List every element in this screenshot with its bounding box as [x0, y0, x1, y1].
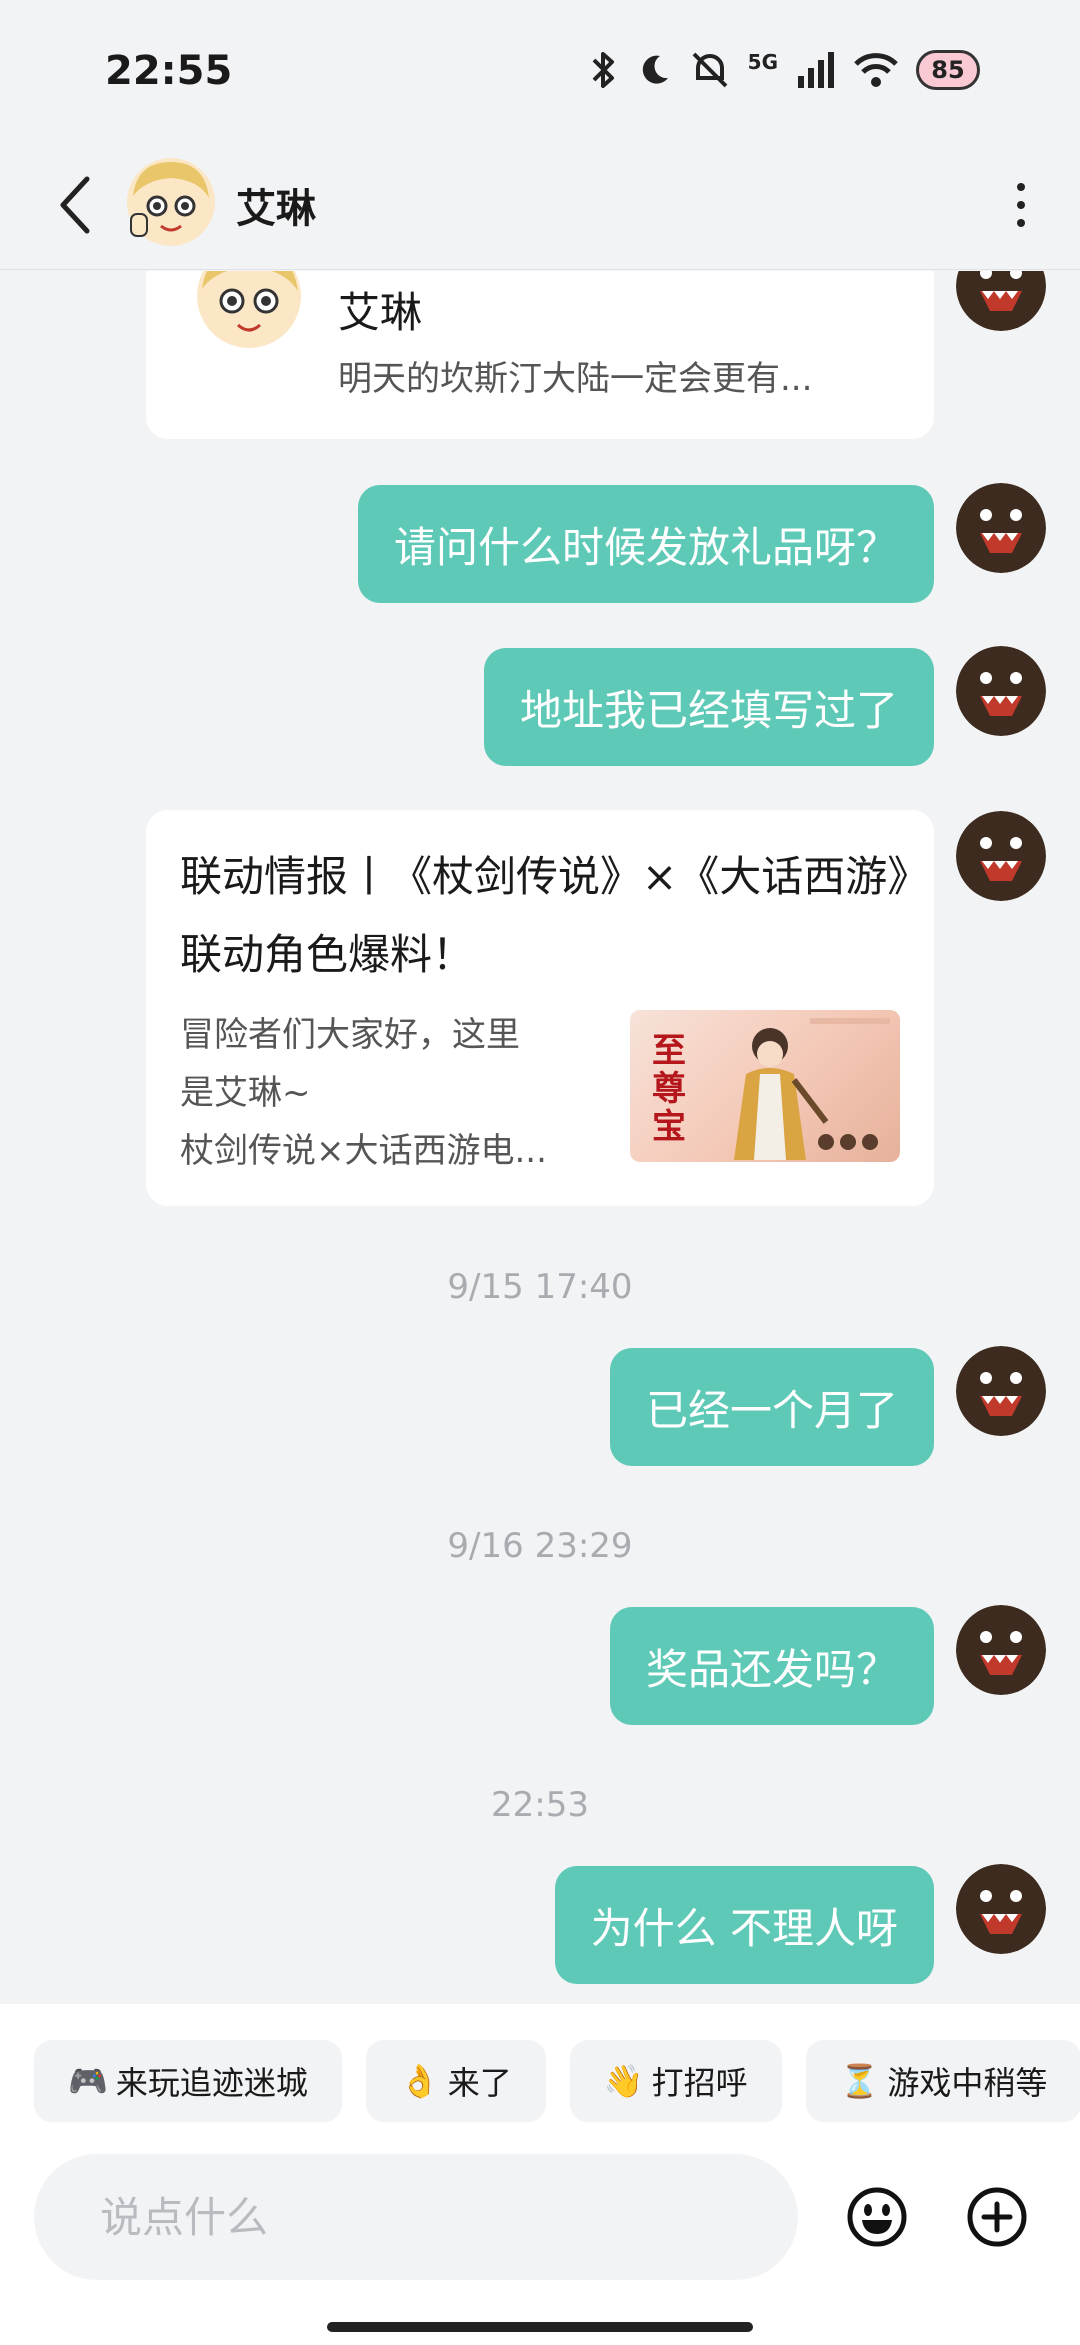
self-avatar[interactable] [956, 646, 1046, 736]
self-avatar[interactable] [956, 811, 1046, 901]
sent-message-bubble[interactable]: 请问什么时候发放礼品呀？ [357, 485, 934, 603]
plus-circle-icon [967, 2187, 1027, 2247]
sent-message-bubble[interactable]: 已经一个月了 [609, 1348, 934, 1466]
smiley-icon [847, 2187, 907, 2247]
domo-avatar-icon [956, 646, 1046, 736]
chat-message-list[interactable]: 艾琳 明天的坎斯汀大陆一定会更有... 请问什么时候发放礼品呀？ 地址我已经填写… [0, 271, 1080, 2004]
thumbnail-character-illustration [734, 1018, 890, 1160]
self-avatar[interactable] [956, 483, 1046, 573]
status-bar: 22:55 5G 85 [0, 0, 1080, 140]
contact-avatar[interactable] [125, 156, 217, 248]
wifi-icon [854, 53, 898, 87]
hourglass-icon: ⏳ [839, 2062, 880, 2100]
more-dot-icon [1017, 201, 1025, 209]
back-button[interactable] [40, 170, 110, 240]
message-timestamp: 22:53 [491, 1785, 589, 1825]
self-avatar[interactable] [956, 1864, 1046, 1954]
more-dot-icon [1017, 183, 1025, 191]
battery-level: 85 [931, 56, 965, 84]
quick-reply-label: 来玩追迹迷城 [115, 2064, 308, 2102]
message-timestamp: 9/15 17:40 [447, 1267, 633, 1307]
home-indicator[interactable] [327, 2322, 753, 2332]
article-thumbnail: 至尊宝 [630, 1010, 900, 1162]
article-excerpt: 冒险者们大家好，这里 是艾琳~ 杖剑传说×大话西游电... [180, 1006, 600, 1180]
add-attachment-button[interactable] [966, 2186, 1028, 2248]
domo-avatar-icon [956, 1346, 1046, 1436]
article-excerpt-line: 是艾琳~ [180, 1073, 311, 1113]
quick-reply-label: 打招呼 [651, 2064, 748, 2102]
share-card-description: 明天的坎斯汀大陆一定会更有... [338, 359, 813, 399]
quick-reply-chip[interactable]: 👌 来了 [365, 2040, 546, 2122]
self-avatar[interactable] [956, 1605, 1046, 1695]
article-share-card[interactable]: 联动情报丨《杖剑传说》×《大话西游》联动角色爆料！ 冒险者们大家好，这里 是艾琳… [146, 810, 934, 1206]
domo-avatar-icon [956, 1605, 1046, 1695]
quick-reply-chip[interactable]: ⏳ 游戏中稍等 [805, 2040, 1080, 2122]
chevron-left-icon [60, 176, 90, 234]
more-options-button[interactable] [986, 170, 1056, 240]
sent-message-bubble[interactable]: 为什么 不理人呀 [554, 1866, 934, 1984]
signal-icon [798, 52, 834, 88]
waving-hand-icon: 👋 [603, 2062, 644, 2100]
article-excerpt-line: 冒险者们大家好，这里 [180, 1015, 520, 1055]
status-time: 22:55 [105, 48, 233, 94]
ok-hand-icon: 👌 [399, 2062, 440, 2100]
chat-header: 艾琳 [0, 140, 1080, 270]
contact-name[interactable]: 艾琳 [236, 176, 316, 234]
message-timestamp: 9/16 23:29 [447, 1526, 633, 1566]
gamepad-icon: 🎮 [68, 2062, 108, 2100]
emoji-button[interactable] [846, 2186, 908, 2248]
domo-avatar-icon [956, 811, 1046, 901]
quick-reply-label: 来了 [447, 2064, 512, 2102]
quick-reply-bar[interactable]: 🎮 来玩追迹迷城 👌 来了 👋 打招呼 ⏳ 游戏中稍等 [34, 2040, 1080, 2122]
composer-area: 🎮 来玩追迹迷城 👌 来了 👋 打招呼 ⏳ 游戏中稍等 [0, 2004, 1080, 2345]
quick-reply-chip[interactable]: 👋 打招呼 [569, 2040, 782, 2122]
sent-message-bubble[interactable]: 地址我已经填写过了 [483, 648, 934, 766]
status-icons: 5G 85 [588, 50, 980, 90]
article-excerpt-line: 杖剑传说×大话西游电... [180, 1131, 547, 1171]
article-title: 联动情报丨《杖剑传说》×《大话西游》联动角色爆料！ [180, 852, 909, 979]
domo-avatar-icon [956, 483, 1046, 573]
message-input[interactable] [34, 2154, 798, 2280]
domo-avatar-icon [956, 1864, 1046, 1954]
self-avatar[interactable] [956, 271, 1046, 331]
network-label: 5G [747, 50, 778, 74]
contact-share-card[interactable]: 艾琳 明天的坎斯汀大陆一定会更有... [146, 271, 934, 439]
share-card-title: 艾琳 [338, 288, 423, 337]
battery-icon: 85 [916, 50, 980, 90]
mute-icon [692, 52, 728, 88]
quick-reply-label: 游戏中稍等 [887, 2064, 1048, 2102]
moon-icon [642, 55, 668, 84]
self-avatar[interactable] [956, 1346, 1046, 1436]
domo-avatar-icon [956, 271, 1046, 331]
bluetooth-icon [592, 52, 614, 88]
sent-message-bubble[interactable]: 奖品还发吗？ [609, 1607, 934, 1725]
shared-contact-avatar [197, 271, 301, 348]
quick-reply-chip[interactable]: 🎮 来玩追迹迷城 [34, 2040, 342, 2122]
more-dot-icon [1017, 219, 1025, 227]
